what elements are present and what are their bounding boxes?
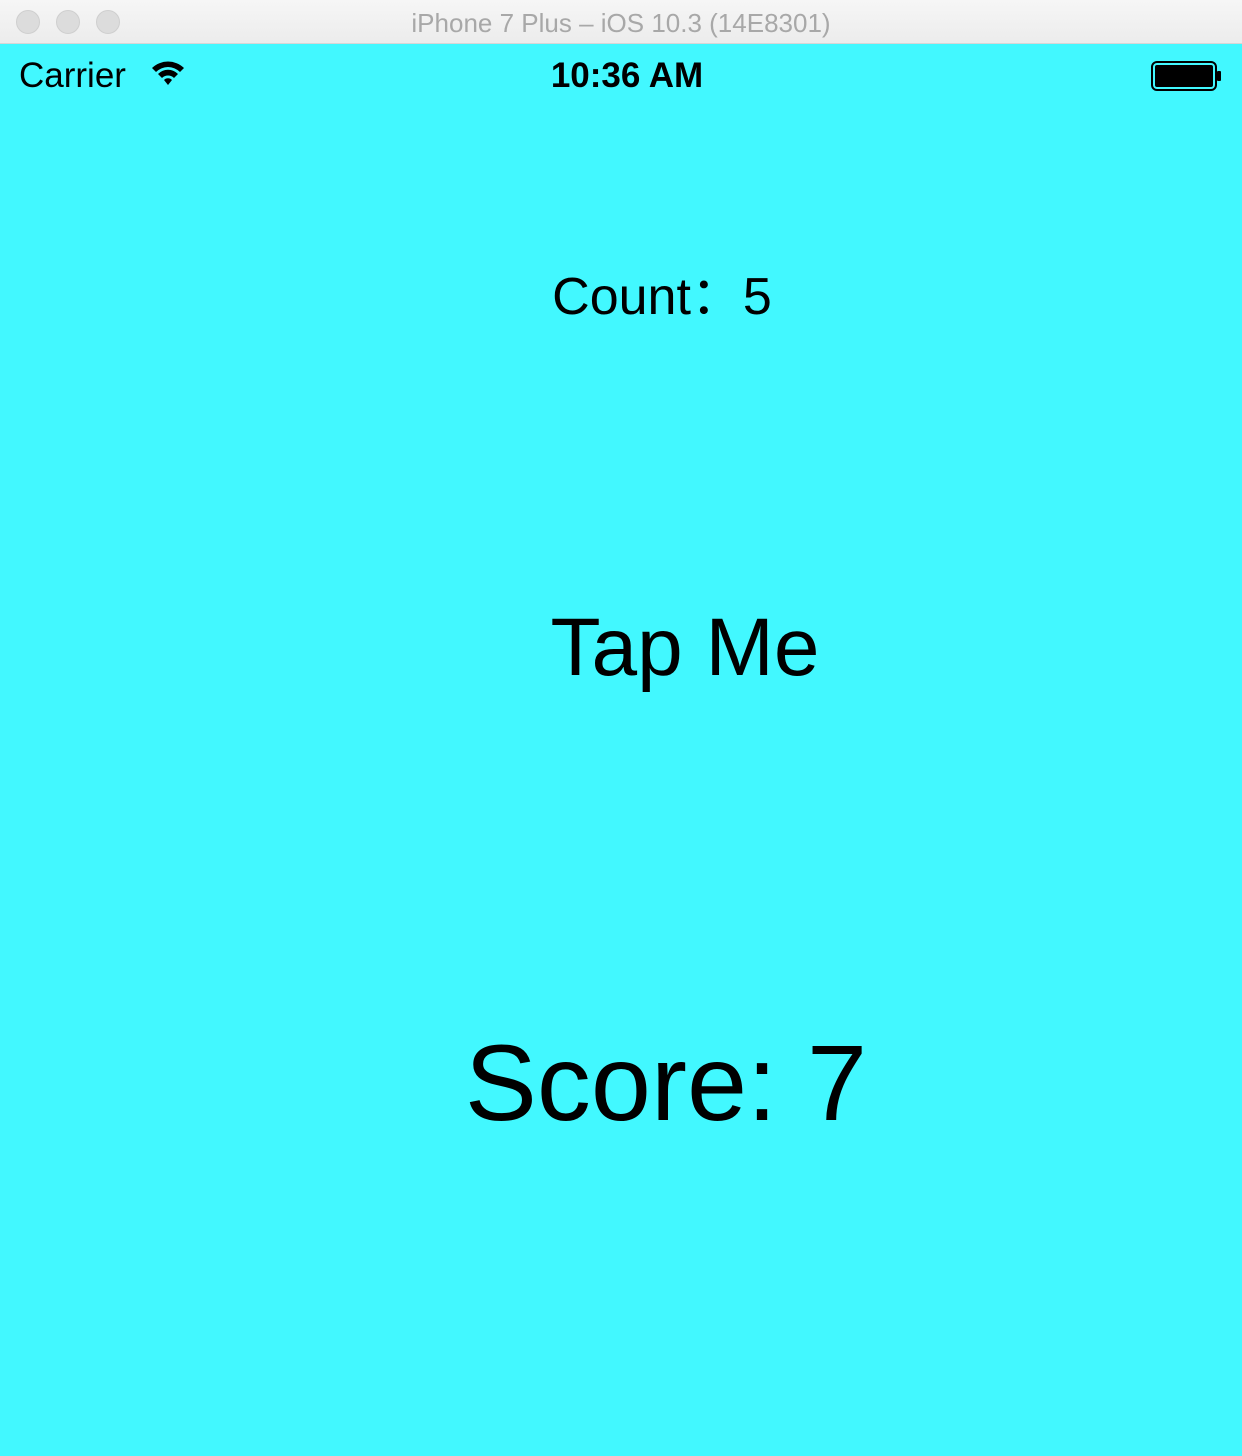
battery-full-icon bbox=[1151, 60, 1223, 92]
score-label: Score: 7 bbox=[464, 1022, 868, 1143]
tap-me-button[interactable]: Tap Me bbox=[500, 598, 870, 698]
simulator-window: iPhone 7 Plus – iOS 10.3 (14E8301) Carri… bbox=[0, 0, 1242, 1456]
count-label: Count：5 bbox=[552, 268, 772, 326]
clock: 10:36 AM bbox=[550, 56, 704, 95]
status-bar: Carrier 10:36 AM bbox=[0, 44, 1242, 106]
window-title: iPhone 7 Plus – iOS 10.3 (14E8301) bbox=[411, 8, 831, 38]
title-bar: iPhone 7 Plus – iOS 10.3 (14E8301) bbox=[0, 0, 1242, 44]
